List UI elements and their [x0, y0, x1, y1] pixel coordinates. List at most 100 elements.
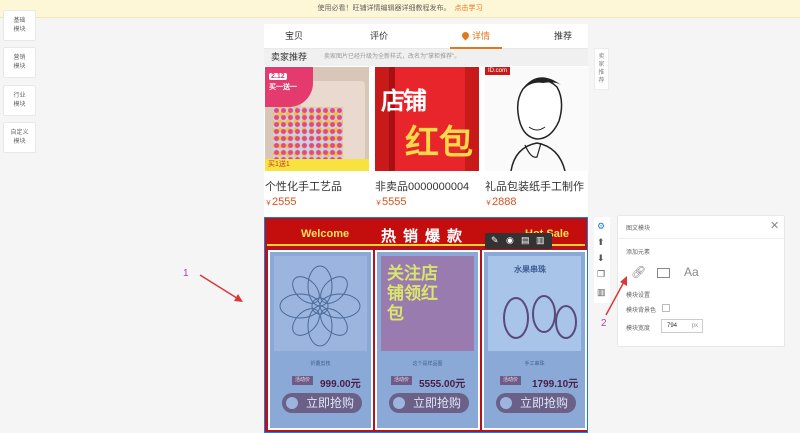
product-card[interactable]: 2.12 买一送一 买1送1 个性化手工艺品 ￥2555	[265, 67, 369, 208]
arrow-down-icon[interactable]: ⬇	[597, 253, 605, 264]
eye-icon[interactable]: ◉	[506, 235, 514, 246]
tab-reviews[interactable]: 评价	[354, 24, 404, 49]
banner-title: 热销爆款	[381, 228, 470, 245]
image-toolbar: ✎ ◉ ▤ ▥	[485, 233, 552, 249]
annotation-number-2: 2	[601, 318, 607, 329]
card-image[interactable]: 水果串珠	[488, 256, 581, 351]
flower-sketch	[279, 265, 361, 347]
product-price: ￥2888	[485, 196, 516, 208]
banner-product-card[interactable]: 水果串珠 手工串珠 活动价 1799.10元 立即抢购	[482, 250, 587, 430]
arrow-up-icon[interactable]: ⬆	[597, 237, 605, 248]
module-settings-panel: 图文模块 ✕ 添加元素 🔗︎ Aa 模块设置 模块背景色 模块宽度 794 px	[617, 215, 786, 347]
beaded-necklace	[503, 295, 577, 339]
product-image[interactable]: 2.12 买一送一 买1送1	[265, 67, 369, 171]
text-icon[interactable]: Aa	[684, 265, 699, 279]
image-text-redpacket: 红包	[405, 124, 473, 162]
product-card[interactable]: 店铺 红包 非卖品0000000004 ￥5555	[375, 67, 479, 208]
promo-badge-text: 买一送一	[269, 84, 297, 91]
notice-text: 使用必看！旺铺详情编辑器详细教程发布。	[317, 5, 451, 12]
nav-basic-modules[interactable]: 基础 模块	[3, 10, 36, 41]
product-price: ￥5555	[375, 196, 406, 208]
section-note: 卖家图片已经升级为全新样式，改名为"掌柜推荐"。	[324, 54, 461, 60]
image-text-store: 店铺	[381, 88, 427, 115]
close-icon[interactable]: ✕	[770, 219, 779, 232]
buy-now-label: 立即抢购	[519, 396, 568, 410]
currency-symbol: ￥	[375, 200, 382, 207]
card-product-name: 手工串珠	[524, 361, 545, 367]
card-image[interactable]: 关注店铺领红包	[381, 256, 474, 351]
notice-link[interactable]: 点击学习	[455, 5, 483, 12]
product-name[interactable]: 非卖品0000000004	[375, 178, 485, 194]
buy-now-label: 立即抢购	[305, 396, 354, 410]
product-name[interactable]: 个性化手工艺品	[265, 178, 375, 194]
card-price: 5555.00元	[419, 379, 466, 390]
tab-items[interactable]: 宝贝	[269, 24, 319, 49]
price-value: 5555	[382, 196, 407, 208]
search-icon	[393, 397, 405, 409]
side-tab-seller-recommend[interactable]: 卖 家 推 荐	[594, 48, 609, 90]
portrait-sketch	[510, 77, 566, 171]
promo-strip: 买1送1	[265, 159, 369, 171]
tab-details-label: 详情	[471, 31, 490, 41]
notice-bar: 使用必看！旺铺详情编辑器详细教程发布。 点击学习	[0, 0, 800, 18]
product-price: ￥2555	[265, 196, 296, 208]
hot-sale-banner-module[interactable]: Welcome 热销爆款 Hot Sale 折叠剪枝 活动价 9	[264, 217, 588, 433]
tab-recommend[interactable]: 推荐	[538, 24, 588, 49]
panel-title: 图文模块	[626, 226, 651, 232]
product-image[interactable]: ID.com	[485, 67, 589, 171]
card-price: 999.00元	[320, 379, 361, 390]
product-name[interactable]: 礼品包装纸手工制作	[485, 178, 595, 194]
module-width-label: 模块宽度	[626, 326, 651, 332]
promo-badge-date: 2.12	[269, 73, 287, 80]
buy-now-button[interactable]: 立即抢购	[389, 393, 469, 413]
copy-icon[interactable]: ▤	[521, 235, 530, 246]
trash-icon[interactable]: ▥	[536, 235, 545, 246]
search-icon	[286, 397, 298, 409]
edit-pencil-icon[interactable]: ✎	[491, 235, 499, 246]
buy-now-button[interactable]: 立即抢购	[282, 393, 362, 413]
card-price-tag: 活动价	[292, 376, 314, 385]
card-price: 1799.10元	[532, 379, 579, 390]
card-image-text: 关注店铺领红包	[387, 264, 438, 323]
card-price-tag: 活动价	[500, 376, 522, 385]
currency-symbol: ￥	[485, 200, 492, 207]
gear-icon[interactable]: ⚙	[597, 221, 605, 232]
card-product-name: 这个是样品图	[412, 361, 443, 367]
module-width-input[interactable]: 794 px	[661, 319, 703, 333]
section-title: 卖家推荐	[271, 52, 308, 62]
nav-industry-modules[interactable]: 行业 模块	[3, 85, 36, 116]
module-width-value: 794	[667, 323, 678, 329]
buy-now-label: 立即抢购	[412, 396, 461, 410]
card-image[interactable]	[274, 256, 367, 351]
currency-symbol: ￥	[265, 200, 272, 207]
banner-product-card[interactable]: 折叠剪枝 活动价 999.00元 立即抢购	[268, 250, 373, 430]
link-icon[interactable]: 🔗︎	[631, 265, 646, 279]
banner-welcome: Welcome	[301, 228, 350, 240]
tab-bar: 宝贝 评价 详情 推荐	[264, 24, 588, 49]
panel-divider	[618, 238, 786, 239]
nav-marketing-modules[interactable]: 营销 模块	[3, 47, 36, 78]
nav-custom-modules[interactable]: 自定义 模块	[3, 122, 36, 153]
location-pin-icon	[460, 30, 471, 41]
image-icon[interactable]	[657, 268, 670, 278]
card-price-tag: 活动价	[391, 376, 413, 385]
price-value: 2888	[492, 196, 517, 208]
product-image[interactable]: 店铺 红包	[375, 67, 479, 171]
add-element-label: 添加元素	[626, 250, 651, 256]
background-color-checkbox[interactable]	[662, 304, 670, 312]
product-card[interactable]: ID.com 礼品包装纸手工制作 ￥2888	[485, 67, 589, 208]
copy-icon[interactable]: ❐	[597, 269, 605, 280]
price-value: 2555	[272, 196, 297, 208]
background-color-label: 模块背景色	[626, 308, 657, 314]
card-product-name: 折叠剪枝	[310, 361, 331, 367]
module-toolbar: ⚙ ⬆ ⬇ ❐ ▥	[594, 217, 610, 303]
promo-strip-text: 买1送1	[268, 161, 290, 168]
beads-area	[273, 107, 343, 159]
tab-details[interactable]: 详情	[450, 24, 502, 49]
buy-now-button[interactable]: 立即抢购	[496, 393, 576, 413]
banner-product-card[interactable]: 关注店铺领红包 这个是样品图 活动价 5555.00元 立即抢购	[375, 250, 480, 430]
trash-icon[interactable]: ▥	[597, 287, 606, 298]
module-width-unit: px	[691, 323, 698, 329]
module-settings-label: 模块设置	[626, 293, 651, 299]
annotation-number-1: 1	[183, 268, 189, 279]
